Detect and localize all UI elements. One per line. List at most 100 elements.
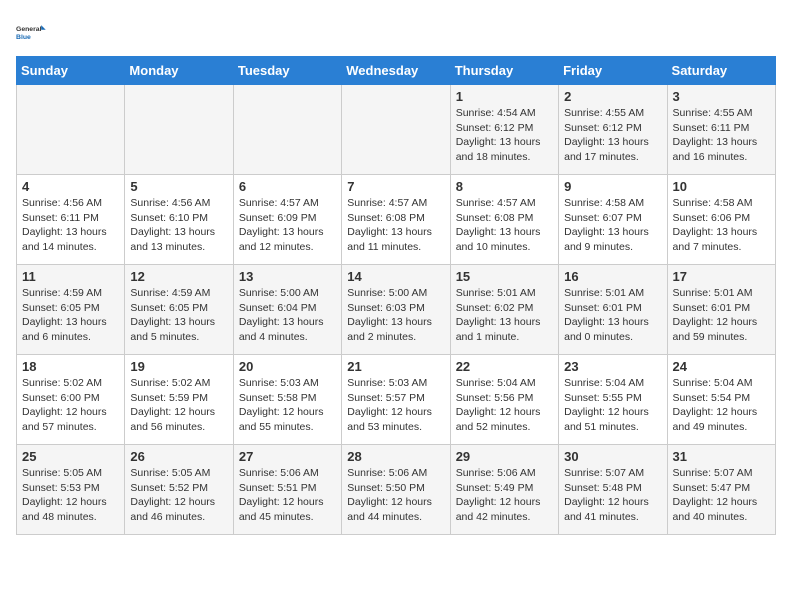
day-info: Sunrise: 4:59 AMSunset: 6:05 PMDaylight:… (22, 286, 119, 345)
day-info: Sunrise: 4:56 AMSunset: 6:11 PMDaylight:… (22, 196, 119, 255)
week-row-5: 25 Sunrise: 5:05 AMSunset: 5:53 PMDayligh… (17, 445, 776, 535)
day-info: Sunrise: 5:06 AMSunset: 5:51 PMDaylight:… (239, 466, 336, 525)
day-info: Sunrise: 4:54 AMSunset: 6:12 PMDaylight:… (456, 106, 553, 165)
day-number: 25 (22, 449, 119, 464)
week-row-4: 18 Sunrise: 5:02 AMSunset: 6:00 PMDayligh… (17, 355, 776, 445)
day-number: 31 (673, 449, 770, 464)
header-cell-thursday: Thursday (450, 57, 558, 85)
calendar-cell: 23 Sunrise: 5:04 AMSunset: 5:55 PMDayligh… (559, 355, 667, 445)
svg-text:General: General (16, 26, 42, 33)
day-info: Sunrise: 4:55 AMSunset: 6:11 PMDaylight:… (673, 106, 770, 165)
day-number: 7 (347, 179, 444, 194)
day-number: 4 (22, 179, 119, 194)
calendar-cell: 6 Sunrise: 4:57 AMSunset: 6:09 PMDaylight… (233, 175, 341, 265)
day-number: 27 (239, 449, 336, 464)
day-number: 5 (130, 179, 227, 194)
calendar-cell: 11 Sunrise: 4:59 AMSunset: 6:05 PMDayligh… (17, 265, 125, 355)
day-number: 9 (564, 179, 661, 194)
day-number: 20 (239, 359, 336, 374)
calendar-cell: 4 Sunrise: 4:56 AMSunset: 6:11 PMDaylight… (17, 175, 125, 265)
day-number: 19 (130, 359, 227, 374)
day-info: Sunrise: 5:04 AMSunset: 5:55 PMDaylight:… (564, 376, 661, 435)
calendar-cell: 31Sunrise: 5:07 AMSunset: 5:47 PMDayligh… (667, 445, 775, 535)
day-number: 2 (564, 89, 661, 104)
page-header: GeneralBlue (16, 16, 776, 48)
calendar-cell: 17 Sunrise: 5:01 AMSunset: 6:01 PMDayligh… (667, 265, 775, 355)
calendar-cell (125, 85, 233, 175)
calendar-cell: 14Sunrise: 5:00 AMSunset: 6:03 PMDayligh… (342, 265, 450, 355)
calendar-cell: 25 Sunrise: 5:05 AMSunset: 5:53 PMDayligh… (17, 445, 125, 535)
header-cell-tuesday: Tuesday (233, 57, 341, 85)
svg-text:Blue: Blue (16, 34, 31, 41)
calendar-cell: 8 Sunrise: 4:57 AMSunset: 6:08 PMDaylight… (450, 175, 558, 265)
day-info: Sunrise: 5:07 AMSunset: 5:48 PMDaylight:… (564, 466, 661, 525)
calendar-cell: 28 Sunrise: 5:06 AMSunset: 5:50 PMDayligh… (342, 445, 450, 535)
header-cell-sunday: Sunday (17, 57, 125, 85)
calendar-cell: 24Sunrise: 5:04 AMSunset: 5:54 PMDayligh… (667, 355, 775, 445)
header-cell-monday: Monday (125, 57, 233, 85)
calendar-cell: 1Sunrise: 4:54 AMSunset: 6:12 PMDaylight… (450, 85, 558, 175)
calendar-table: SundayMondayTuesdayWednesdayThursdayFrid… (16, 56, 776, 535)
day-info: Sunrise: 5:02 AMSunset: 6:00 PMDaylight:… (22, 376, 119, 435)
calendar-cell: 10 Sunrise: 4:58 AMSunset: 6:06 PMDayligh… (667, 175, 775, 265)
day-info: Sunrise: 4:59 AMSunset: 6:05 PMDaylight:… (130, 286, 227, 345)
day-number: 28 (347, 449, 444, 464)
calendar-cell: 16 Sunrise: 5:01 AMSunset: 6:01 PMDayligh… (559, 265, 667, 355)
day-number: 8 (456, 179, 553, 194)
day-number: 16 (564, 269, 661, 284)
logo-icon: GeneralBlue (16, 16, 48, 48)
week-row-2: 4 Sunrise: 4:56 AMSunset: 6:11 PMDaylight… (17, 175, 776, 265)
header-cell-wednesday: Wednesday (342, 57, 450, 85)
calendar-cell: 2 Sunrise: 4:55 AMSunset: 6:12 PMDaylight… (559, 85, 667, 175)
day-info: Sunrise: 5:06 AMSunset: 5:50 PMDaylight:… (347, 466, 444, 525)
day-number: 29 (456, 449, 553, 464)
day-info: Sunrise: 4:57 AMSunset: 6:08 PMDaylight:… (456, 196, 553, 255)
day-info: Sunrise: 4:56 AMSunset: 6:10 PMDaylight:… (130, 196, 227, 255)
day-info: Sunrise: 5:01 AMSunset: 6:02 PMDaylight:… (456, 286, 553, 345)
header-cell-friday: Friday (559, 57, 667, 85)
day-info: Sunrise: 5:05 AMSunset: 5:53 PMDaylight:… (22, 466, 119, 525)
logo: GeneralBlue (16, 16, 48, 48)
day-number: 15 (456, 269, 553, 284)
calendar-cell: 19 Sunrise: 5:02 AMSunset: 5:59 PMDayligh… (125, 355, 233, 445)
header-row: SundayMondayTuesdayWednesdayThursdayFrid… (17, 57, 776, 85)
header-cell-saturday: Saturday (667, 57, 775, 85)
day-number: 3 (673, 89, 770, 104)
calendar-cell (233, 85, 341, 175)
calendar-cell: 22Sunrise: 5:04 AMSunset: 5:56 PMDayligh… (450, 355, 558, 445)
calendar-cell: 7 Sunrise: 4:57 AMSunset: 6:08 PMDaylight… (342, 175, 450, 265)
day-info: Sunrise: 5:00 AMSunset: 6:04 PMDaylight:… (239, 286, 336, 345)
calendar-cell: 27 Sunrise: 5:06 AMSunset: 5:51 PMDayligh… (233, 445, 341, 535)
day-info: Sunrise: 5:01 AMSunset: 6:01 PMDaylight:… (673, 286, 770, 345)
day-number: 23 (564, 359, 661, 374)
day-number: 24 (673, 359, 770, 374)
day-number: 12 (130, 269, 227, 284)
calendar-cell: 21Sunrise: 5:03 AMSunset: 5:57 PMDayligh… (342, 355, 450, 445)
calendar-cell: 20 Sunrise: 5:03 AMSunset: 5:58 PMDayligh… (233, 355, 341, 445)
day-info: Sunrise: 4:57 AMSunset: 6:09 PMDaylight:… (239, 196, 336, 255)
calendar-cell: 9 Sunrise: 4:58 AMSunset: 6:07 PMDaylight… (559, 175, 667, 265)
day-number: 10 (673, 179, 770, 194)
calendar-cell: 30Sunrise: 5:07 AMSunset: 5:48 PMDayligh… (559, 445, 667, 535)
day-number: 6 (239, 179, 336, 194)
calendar-cell: 12 Sunrise: 4:59 AMSunset: 6:05 PMDayligh… (125, 265, 233, 355)
day-info: Sunrise: 5:04 AMSunset: 5:56 PMDaylight:… (456, 376, 553, 435)
calendar-cell: 29Sunrise: 5:06 AMSunset: 5:49 PMDayligh… (450, 445, 558, 535)
day-number: 21 (347, 359, 444, 374)
day-number: 17 (673, 269, 770, 284)
day-info: Sunrise: 4:58 AMSunset: 6:07 PMDaylight:… (564, 196, 661, 255)
calendar-cell (342, 85, 450, 175)
day-info: Sunrise: 5:03 AMSunset: 5:58 PMDaylight:… (239, 376, 336, 435)
day-number: 18 (22, 359, 119, 374)
calendar-cell: 13 Sunrise: 5:00 AMSunset: 6:04 PMDayligh… (233, 265, 341, 355)
week-row-3: 11 Sunrise: 4:59 AMSunset: 6:05 PMDayligh… (17, 265, 776, 355)
day-info: Sunrise: 4:57 AMSunset: 6:08 PMDaylight:… (347, 196, 444, 255)
day-number: 11 (22, 269, 119, 284)
week-row-1: 1Sunrise: 4:54 AMSunset: 6:12 PMDaylight… (17, 85, 776, 175)
day-info: Sunrise: 5:01 AMSunset: 6:01 PMDaylight:… (564, 286, 661, 345)
calendar-cell: 3 Sunrise: 4:55 AMSunset: 6:11 PMDaylight… (667, 85, 775, 175)
day-number: 13 (239, 269, 336, 284)
day-info: Sunrise: 4:55 AMSunset: 6:12 PMDaylight:… (564, 106, 661, 165)
day-info: Sunrise: 4:58 AMSunset: 6:06 PMDaylight:… (673, 196, 770, 255)
day-info: Sunrise: 5:02 AMSunset: 5:59 PMDaylight:… (130, 376, 227, 435)
